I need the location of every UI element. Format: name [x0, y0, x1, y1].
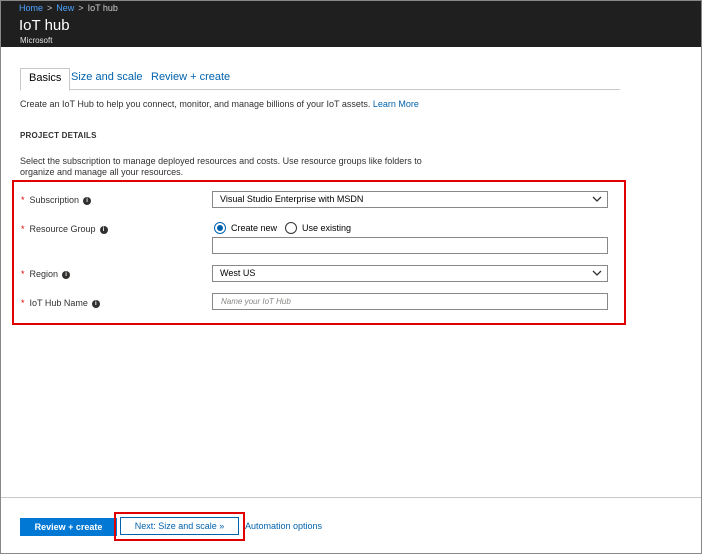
resource-group-input[interactable]	[212, 237, 608, 254]
blade-header: Home > New > IoT hub IoT hub Microsoft	[1, 1, 701, 47]
footer-divider	[1, 497, 701, 498]
info-icon[interactable]: i	[62, 271, 71, 279]
resource-group-label: * Resource Group i	[21, 224, 108, 234]
next-size-scale-button[interactable]: Next: Size and scale »	[120, 517, 239, 535]
chevron-down-icon	[592, 196, 602, 202]
info-icon[interactable]: i	[91, 300, 100, 308]
radio-create-new[interactable]: Create new	[214, 221, 277, 235]
hub-name-label-text: IoT Hub Name	[29, 298, 88, 308]
intro-description: Create an IoT Hub to help you connect, m…	[20, 99, 371, 109]
tab-bar: Basics Size and scale Review + create	[20, 68, 620, 91]
subscription-label: * Subscription i	[21, 195, 92, 205]
review-create-button[interactable]: Review + create	[20, 518, 117, 536]
automation-options-link[interactable]: Automation options	[245, 521, 322, 531]
chevron-down-icon	[592, 270, 602, 276]
region-dropdown[interactable]: West US	[212, 265, 608, 282]
section-heading: PROJECT DETAILS	[20, 131, 97, 140]
required-marker: *	[21, 224, 25, 234]
info-icon[interactable]: i	[99, 226, 108, 234]
resource-group-label-text: Resource Group	[29, 224, 96, 234]
breadcrumb-current: IoT hub	[87, 3, 118, 13]
radio-use-existing-label: Use existing	[302, 223, 352, 233]
breadcrumb: Home > New > IoT hub	[19, 3, 118, 13]
breadcrumb-separator: >	[47, 3, 53, 13]
hub-name-label: * IoT Hub Name i	[21, 298, 100, 308]
region-label: * Region i	[21, 269, 71, 279]
required-marker: *	[21, 269, 25, 279]
breadcrumb-home[interactable]: Home	[19, 3, 43, 13]
subscription-value: Visual Studio Enterprise with MSDN	[220, 194, 364, 204]
intro-text: Create an IoT Hub to help you connect, m…	[20, 99, 419, 109]
radio-selected-icon	[214, 222, 226, 234]
radio-unselected-icon	[285, 222, 297, 234]
required-marker: *	[21, 298, 25, 308]
tab-basics[interactable]: Basics	[20, 68, 71, 91]
tab-review-create[interactable]: Review + create	[151, 68, 230, 90]
hub-name-input[interactable]: Name your IoT Hub	[212, 293, 608, 310]
radio-use-existing[interactable]: Use existing	[285, 221, 351, 235]
section-description: Select the subscription to manage deploy…	[20, 156, 422, 177]
radio-create-new-label: Create new	[231, 223, 278, 233]
learn-more-link[interactable]: Learn More	[373, 99, 419, 109]
breadcrumb-separator: >	[78, 3, 84, 13]
info-icon[interactable]: i	[83, 197, 92, 205]
region-value: West US	[220, 268, 256, 278]
page-subtitle: Microsoft	[20, 36, 53, 45]
breadcrumb-new[interactable]: New	[56, 3, 74, 13]
subscription-dropdown[interactable]: Visual Studio Enterprise with MSDN	[212, 191, 608, 208]
required-marker: *	[21, 195, 25, 205]
page-title: IoT hub	[19, 17, 70, 34]
region-label-text: Region	[29, 269, 59, 279]
subscription-label-text: Subscription	[29, 195, 80, 205]
tab-size-and-scale[interactable]: Size and scale	[71, 68, 143, 90]
